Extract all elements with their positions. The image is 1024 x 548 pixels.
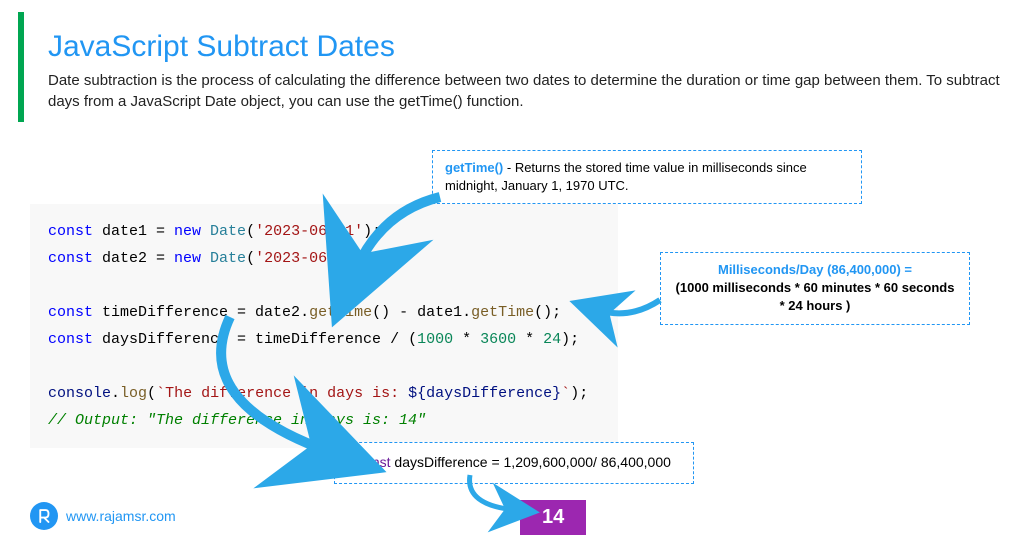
code-block: const date1 = new Date('2023-06-01'); co…: [30, 204, 618, 448]
subtitle: Date subtraction is the process of calcu…: [48, 70, 1000, 112]
code-line-8: // Output: "The difference in days is: 1…: [48, 407, 600, 434]
footer: www.rajamsr.com: [30, 502, 176, 530]
callout-calc-const: const: [357, 454, 390, 470]
callout-calc-text: daysDifference = 1,209,600,000/ 86,400,0…: [391, 454, 671, 470]
callout-calculation: const daysDifference = 1,209,600,000/ 86…: [334, 442, 694, 484]
result-badge: 14: [520, 500, 586, 535]
code-line-1: const date1 = new Date('2023-06-01');: [48, 218, 600, 245]
code-line-4: const timeDifference = date2.getTime() -…: [48, 299, 600, 326]
callout-ms-per-day: Milliseconds/Day (86,400,000) = (1000 mi…: [660, 252, 970, 325]
code-line-2: const date2 = new Date('2023-06-15');: [48, 245, 600, 272]
callout-ms-formula: (1000 milliseconds * 60 minutes * 60 sec…: [673, 279, 957, 315]
code-line-7: console.log(`The difference in days is: …: [48, 380, 600, 407]
logo-icon: [30, 502, 58, 530]
code-blank-1: [48, 272, 600, 299]
footer-url[interactable]: www.rajamsr.com: [66, 508, 176, 524]
header: JavaScript Subtract Dates Date subtracti…: [18, 12, 1024, 122]
page-title: JavaScript Subtract Dates: [48, 30, 1000, 64]
callout-gettime-label: getTime(): [445, 160, 503, 175]
code-blank-2: [48, 353, 600, 380]
code-line-5: const daysDifference = timeDifference / …: [48, 326, 600, 353]
callout-ms-title: Milliseconds/Day (86,400,000) =: [673, 261, 957, 279]
callout-gettime: getTime() - Returns the stored time valu…: [432, 150, 862, 204]
